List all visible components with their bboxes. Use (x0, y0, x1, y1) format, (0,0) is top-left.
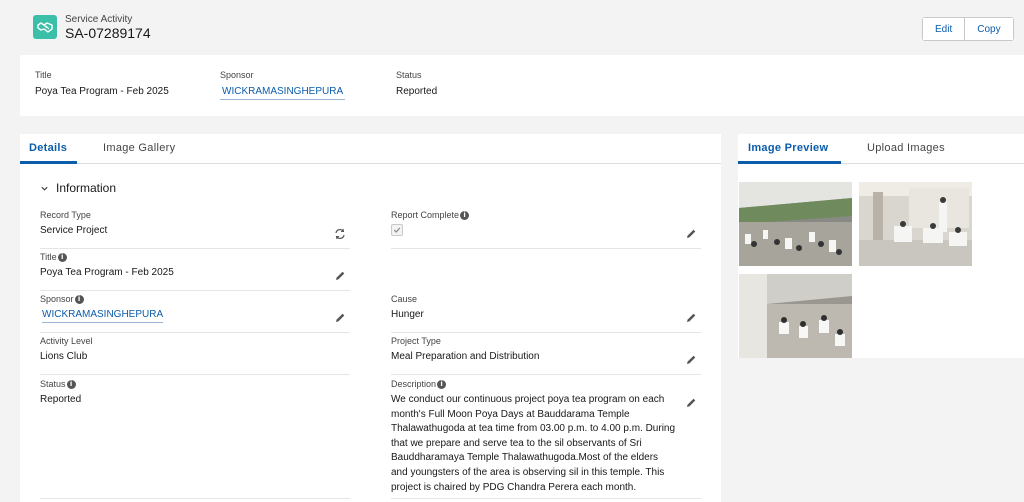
title-value: Poya Tea Program - Feb 2025 (40, 267, 174, 278)
sponsor-label: Sponsor i (40, 294, 84, 304)
highlight-sponsor: Sponsor WICKRAMASINGHEPURA (220, 70, 346, 100)
field-project-type: Project Type Meal Preparation and Distri… (391, 336, 701, 375)
pencil-icon[interactable] (685, 312, 697, 324)
image-card: Image Preview Upload Images (738, 134, 1024, 358)
pencil-icon[interactable] (334, 312, 346, 324)
field-sponsor: Sponsor i WICKRAMASINGHEPURA (40, 294, 350, 333)
report-complete-checkbox (391, 224, 403, 236)
field-activity-level: Activity Level Lions Club (40, 336, 350, 375)
description-label: Description i (391, 379, 447, 389)
record-name: SA-07289174 (65, 25, 151, 41)
section-information-toggle[interactable]: Information (40, 181, 116, 195)
highlight-sponsor-label: Sponsor (220, 70, 254, 80)
gallery-image[interactable] (859, 182, 972, 266)
field-status: Status i Reported (40, 379, 350, 499)
highlight-status: Status Reported (396, 70, 437, 97)
field-description: Description i We conduct our continuous p… (391, 379, 701, 499)
sponsor-link[interactable]: WICKRAMASINGHEPURA (42, 309, 164, 323)
gallery-image[interactable] (739, 274, 852, 358)
status-label: Status i (40, 379, 76, 389)
project-type-label: Project Type (391, 336, 441, 346)
info-icon[interactable]: i (57, 252, 67, 262)
activity-level-label: Activity Level (40, 336, 93, 346)
field-report-complete: Report Complete i (391, 210, 701, 249)
section-title: Information (56, 181, 117, 195)
pencil-icon[interactable] (685, 354, 697, 366)
record-type-label: Record Type (40, 210, 91, 220)
edit-button[interactable]: Edit (923, 18, 965, 40)
info-icon[interactable]: i (66, 379, 76, 389)
project-type-value: Meal Preparation and Distribution (391, 351, 540, 362)
action-button-group: Edit Copy (922, 17, 1014, 41)
cause-value: Hunger (391, 309, 424, 320)
tab-upload-images[interactable]: Upload Images (867, 142, 945, 154)
highlight-title: Title Poya Tea Program - Feb 2025 (35, 70, 169, 97)
description-value: We conduct our continuous project poya t… (391, 394, 676, 493)
activity-level-value: Lions Club (40, 351, 88, 362)
checkmark-icon (393, 227, 401, 233)
pencil-icon[interactable] (334, 270, 346, 282)
tab-image-preview[interactable]: Image Preview (748, 142, 828, 154)
highlight-title-value: Poya Tea Program - Feb 2025 (35, 86, 169, 97)
active-tab-indicator (738, 161, 841, 164)
status-value: Reported (40, 394, 82, 405)
highlights-panel: Title Poya Tea Program - Feb 2025 Sponso… (20, 55, 1024, 116)
title-label: Title i (40, 252, 67, 262)
info-icon[interactable]: i (437, 379, 447, 389)
copy-button[interactable]: Copy (964, 18, 1013, 40)
field-cause: Cause Hunger (391, 294, 701, 333)
highlight-status-value: Reported (396, 86, 438, 97)
tab-image-gallery[interactable]: Image Gallery (103, 142, 175, 154)
highlight-status-label: Status (396, 70, 422, 80)
field-record-type: Record Type Service Project (40, 210, 350, 249)
handshake-icon (33, 15, 57, 39)
details-card: Details Image Gallery Information Record… (20, 134, 721, 502)
main-tab-bar: Details Image Gallery (20, 134, 721, 164)
highlight-sponsor-link[interactable]: WICKRAMASINGHEPURA (220, 86, 346, 100)
pencil-icon[interactable] (685, 228, 697, 240)
tab-details[interactable]: Details (29, 142, 67, 154)
cause-label: Cause (391, 294, 418, 304)
side-tab-bar: Image Preview Upload Images (738, 134, 1024, 164)
field-title: Title i Poya Tea Program - Feb 2025 (40, 252, 350, 291)
record-type-change-icon[interactable] (334, 228, 346, 240)
info-icon[interactable]: i (74, 294, 84, 304)
gallery-image[interactable] (739, 182, 852, 266)
active-tab-indicator (20, 161, 77, 164)
object-label: Service Activity (65, 14, 133, 25)
page-header: Service Activity SA-07289174 Edit Copy (0, 0, 1024, 52)
report-complete-label: Report Complete i (391, 210, 470, 220)
info-icon[interactable]: i (460, 210, 470, 220)
pencil-icon[interactable] (685, 397, 697, 409)
highlight-title-label: Title (35, 70, 52, 80)
record-type-value: Service Project (40, 225, 108, 236)
chevron-down-icon (41, 186, 48, 191)
